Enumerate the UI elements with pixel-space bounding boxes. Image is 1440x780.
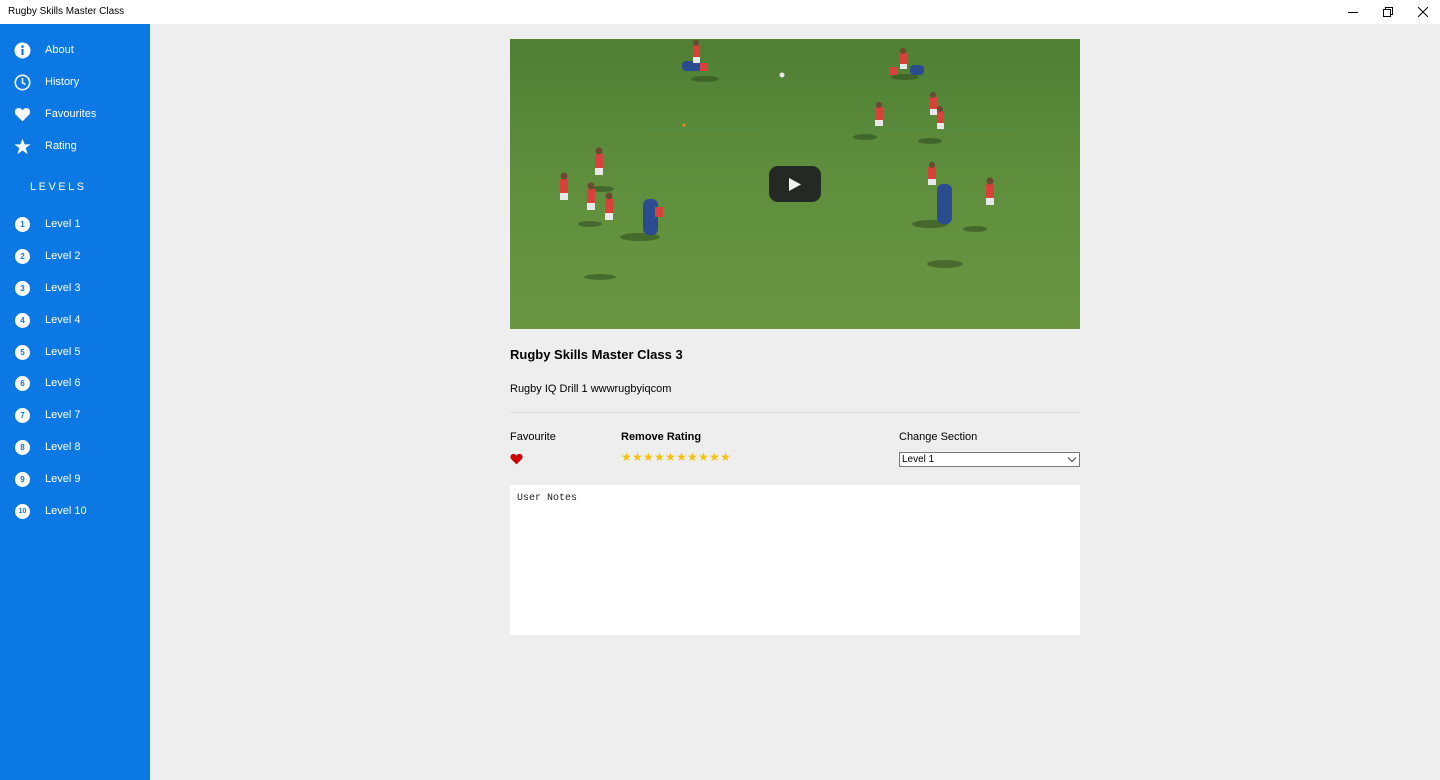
number-2-icon: 2 bbox=[14, 248, 31, 265]
clock-icon bbox=[14, 74, 31, 91]
sidebar-item-about[interactable]: About bbox=[0, 35, 150, 65]
user-notes-placeholder: User Notes bbox=[517, 493, 578, 504]
sidebar-item-level-10[interactable]: 10 Level 10 bbox=[0, 496, 150, 526]
rating-stars[interactable]: ★ ★ ★ ★ ★ ★ ★ ★ ★ ★ bbox=[621, 451, 731, 464]
video-description: Rugby IQ Drill 1 wwwrugbyiqcom bbox=[510, 383, 672, 395]
levels-heading: LEVELS bbox=[30, 181, 87, 193]
star-icon[interactable]: ★ bbox=[643, 451, 654, 464]
sidebar-item-favourites[interactable]: Favourites bbox=[0, 99, 150, 129]
sidebar-item-label: Level 7 bbox=[45, 409, 81, 421]
sidebar-item-level-9[interactable]: 9 Level 9 bbox=[0, 464, 150, 494]
number-6-icon: 6 bbox=[14, 375, 31, 392]
minimize-icon bbox=[1348, 12, 1358, 13]
sidebar-item-rating[interactable]: Rating bbox=[0, 131, 150, 161]
video-title: Rugby Skills Master Class 3 bbox=[510, 347, 683, 362]
star-icon[interactable]: ★ bbox=[654, 451, 665, 464]
sidebar-item-level-4[interactable]: 4 Level 4 bbox=[0, 305, 150, 335]
sidebar-item-label: Level 3 bbox=[45, 282, 81, 294]
number-3-icon: 3 bbox=[14, 280, 31, 297]
title-bar: Rugby Skills Master Class bbox=[0, 0, 1440, 24]
star-icon[interactable]: ★ bbox=[698, 451, 709, 464]
sidebar-item-label: Favourites bbox=[45, 108, 97, 120]
sidebar-item-level-6[interactable]: 6 Level 6 bbox=[0, 368, 150, 398]
heart-icon bbox=[14, 106, 31, 123]
section-select-value: Level 1 bbox=[902, 454, 935, 465]
close-button[interactable] bbox=[1406, 0, 1440, 24]
sidebar-item-label: Level 8 bbox=[45, 441, 81, 453]
sidebar: About History Favourites Rating LEVELS 1… bbox=[0, 24, 150, 780]
info-icon bbox=[14, 42, 31, 59]
play-icon bbox=[789, 177, 801, 191]
sidebar-item-level-2[interactable]: 2 Level 2 bbox=[0, 241, 150, 271]
number-4-icon: 4 bbox=[14, 312, 31, 329]
play-button[interactable] bbox=[769, 166, 821, 202]
star-icon[interactable]: ★ bbox=[665, 451, 676, 464]
sidebar-item-label: Level 9 bbox=[45, 473, 81, 485]
restore-icon bbox=[1383, 7, 1393, 17]
sidebar-item-label: Level 10 bbox=[45, 505, 87, 517]
sidebar-item-level-8[interactable]: 8 Level 8 bbox=[0, 432, 150, 462]
star-icon[interactable]: ★ bbox=[709, 451, 720, 464]
favourite-label: Favourite bbox=[510, 431, 556, 443]
number-7-icon: 7 bbox=[14, 407, 31, 424]
close-icon bbox=[1418, 7, 1428, 17]
star-icon[interactable]: ★ bbox=[632, 451, 643, 464]
sidebar-item-label: Level 1 bbox=[45, 218, 81, 230]
star-icon[interactable]: ★ bbox=[687, 451, 698, 464]
number-5-icon: 5 bbox=[14, 344, 31, 361]
sidebar-item-label: About bbox=[45, 44, 74, 56]
star-icon[interactable]: ★ bbox=[621, 451, 632, 464]
sidebar-item-label: Level 5 bbox=[45, 346, 81, 358]
remove-rating-button[interactable]: Remove Rating bbox=[621, 431, 701, 443]
sidebar-item-level-7[interactable]: 7 Level 7 bbox=[0, 400, 150, 430]
sidebar-item-level-1[interactable]: 1 Level 1 bbox=[0, 209, 150, 239]
number-10-icon: 10 bbox=[14, 503, 31, 520]
sidebar-item-label: History bbox=[45, 76, 80, 88]
user-notes-textarea[interactable]: User Notes bbox=[510, 485, 1080, 635]
restore-button[interactable] bbox=[1371, 0, 1405, 24]
star-icon[interactable]: ★ bbox=[720, 451, 731, 464]
sidebar-item-label: Rating bbox=[45, 140, 77, 152]
minimize-button[interactable] bbox=[1336, 0, 1370, 24]
window-title: Rugby Skills Master Class bbox=[8, 6, 125, 17]
star-icon bbox=[14, 138, 31, 155]
chevron-down-icon bbox=[1067, 457, 1077, 463]
number-9-icon: 9 bbox=[14, 471, 31, 488]
sidebar-item-history[interactable]: History bbox=[0, 67, 150, 97]
number-8-icon: 8 bbox=[14, 439, 31, 456]
section-select[interactable]: Level 1 bbox=[899, 452, 1080, 467]
sidebar-item-label: Level 2 bbox=[45, 250, 81, 262]
sidebar-item-level-3[interactable]: 3 Level 3 bbox=[0, 273, 150, 303]
divider bbox=[510, 412, 1080, 413]
number-1-icon: 1 bbox=[14, 216, 31, 233]
star-icon[interactable]: ★ bbox=[676, 451, 687, 464]
sidebar-item-label: Level 4 bbox=[45, 314, 81, 326]
sidebar-item-level-5[interactable]: 5 Level 5 bbox=[0, 337, 150, 367]
change-section-label: Change Section bbox=[899, 431, 978, 443]
favourite-heart-icon[interactable] bbox=[510, 453, 523, 465]
sidebar-item-label: Level 6 bbox=[45, 377, 81, 389]
